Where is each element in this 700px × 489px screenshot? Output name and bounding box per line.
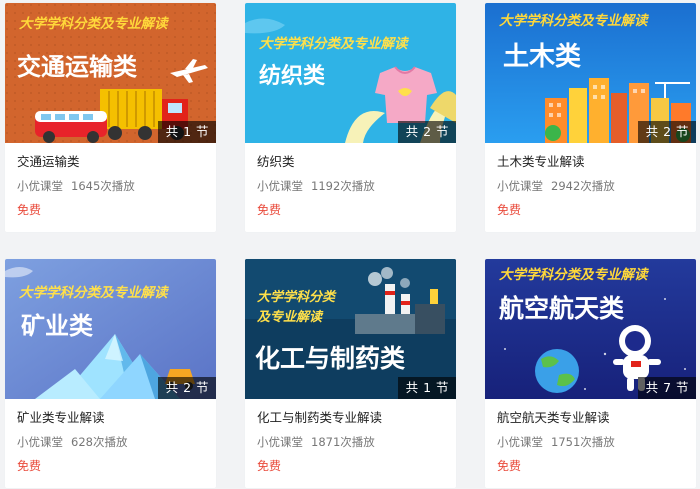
- banner-text: 大学学科分类及专业解读: [19, 285, 170, 301]
- course-thumbnail[interactable]: 大学学科分类 及专业解读 化工与制药类 共 1 节: [245, 259, 456, 399]
- course-thumbnail[interactable]: 大学学科分类及专业解读 矿业类 共 2 节: [5, 259, 216, 399]
- course-card[interactable]: 大学学科分类及专业解读 矿业类 共 2 节 矿业类专业解读 小优课堂 628次播放…: [5, 259, 216, 488]
- course-thumbnail[interactable]: 大学学科分类及专业解读 航空航天类 共 7 节: [485, 259, 696, 399]
- play-count: 1645次播放: [71, 179, 135, 193]
- course-source: 小优课堂: [17, 435, 63, 449]
- play-count: 1871次播放: [311, 435, 375, 449]
- banner-line-1-text: 大学学科分类: [257, 289, 337, 305]
- price-label: 免费: [257, 203, 282, 217]
- play-count: 2942次播放: [551, 179, 615, 193]
- price-label: 免费: [497, 203, 522, 217]
- play-count: 1192次播放: [311, 179, 375, 193]
- big-title-text: 土木类: [503, 42, 581, 72]
- lesson-count-badge: 共 2 节: [637, 121, 696, 143]
- lesson-count-badge: 共 7 节: [637, 377, 696, 399]
- course-card[interactable]: 大学学科分类及专业解读 交通运输类 共 1 节 交通运输类 小优课堂 1645次…: [5, 3, 216, 232]
- course-title[interactable]: 化工与制药类专业解读: [257, 409, 446, 427]
- price-label: 免费: [257, 459, 282, 473]
- lesson-count-badge: 共 2 节: [157, 377, 216, 399]
- course-source: 小优课堂: [257, 435, 303, 449]
- lesson-count-badge: 共 2 节: [397, 121, 456, 143]
- course-title[interactable]: 土木类专业解读: [497, 153, 686, 171]
- price-label: 免费: [497, 459, 522, 473]
- course-meta: 小优课堂 1871次播放: [257, 434, 446, 450]
- course-thumbnail[interactable]: 大学学科分类及专业解读 土木类 共 2 节: [485, 3, 696, 143]
- course-meta: 小优课堂 1751次播放: [497, 434, 686, 450]
- big-title-text: 航空航天类: [499, 294, 625, 323]
- course-title[interactable]: 交通运输类: [17, 153, 206, 171]
- lesson-count-badge: 共 1 节: [157, 121, 216, 143]
- course-title[interactable]: 航空航天类专业解读: [497, 409, 686, 427]
- play-count: 1751次播放: [551, 435, 615, 449]
- course-card[interactable]: 大学学科分类及专业解读 纺织类 共 2 节 纺织类 小优课堂 1192次播放 免费: [245, 3, 456, 232]
- banner-text: 大学学科分类及专业解读: [499, 267, 650, 283]
- price-label: 免费: [17, 203, 42, 217]
- banner-text: 大学学科分类及专业解读: [259, 36, 410, 52]
- course-thumbnail[interactable]: 大学学科分类及专业解读 交通运输类 共 1 节: [5, 3, 216, 143]
- banner-line-2-text: 及专业解读: [257, 309, 324, 325]
- course-card[interactable]: 大学学科分类及专业解读 土木类 共 2 节 土木类专业解读 小优课堂 2942次…: [485, 3, 696, 232]
- course-meta: 小优课堂 1645次播放: [17, 178, 206, 194]
- course-thumbnail[interactable]: 大学学科分类及专业解读 纺织类 共 2 节: [245, 3, 456, 143]
- course-card[interactable]: 大学学科分类 及专业解读 化工与制药类 共 1 节 化工与制药类专业解读 小优课…: [245, 259, 456, 488]
- big-title-text: 矿业类: [21, 312, 94, 340]
- course-title[interactable]: 矿业类专业解读: [17, 409, 206, 427]
- course-source: 小优课堂: [17, 179, 63, 193]
- banner-text: 大学学科分类及专业解读: [499, 13, 650, 29]
- course-source: 小优课堂: [497, 435, 543, 449]
- price-label: 免费: [17, 459, 42, 473]
- lesson-count-badge: 共 1 节: [397, 377, 456, 399]
- course-meta: 小优课堂 628次播放: [17, 434, 206, 450]
- big-title-text: 化工与制药类: [255, 344, 406, 373]
- big-title-text: 交通运输类: [17, 53, 138, 81]
- course-title[interactable]: 纺织类: [257, 153, 446, 171]
- course-source: 小优课堂: [257, 179, 303, 193]
- banner-text: 大学学科分类及专业解读: [19, 16, 170, 32]
- course-meta: 小优课堂 2942次播放: [497, 178, 686, 194]
- play-count: 628次播放: [71, 435, 128, 449]
- course-source: 小优课堂: [497, 179, 543, 193]
- course-meta: 小优课堂 1192次播放: [257, 178, 446, 194]
- course-card[interactable]: 大学学科分类及专业解读 航空航天类 共 7 节 航空航天类专业解读 小优课堂 1…: [485, 259, 696, 488]
- planet-icon: [535, 349, 579, 393]
- big-title-text: 纺织类: [259, 63, 326, 89]
